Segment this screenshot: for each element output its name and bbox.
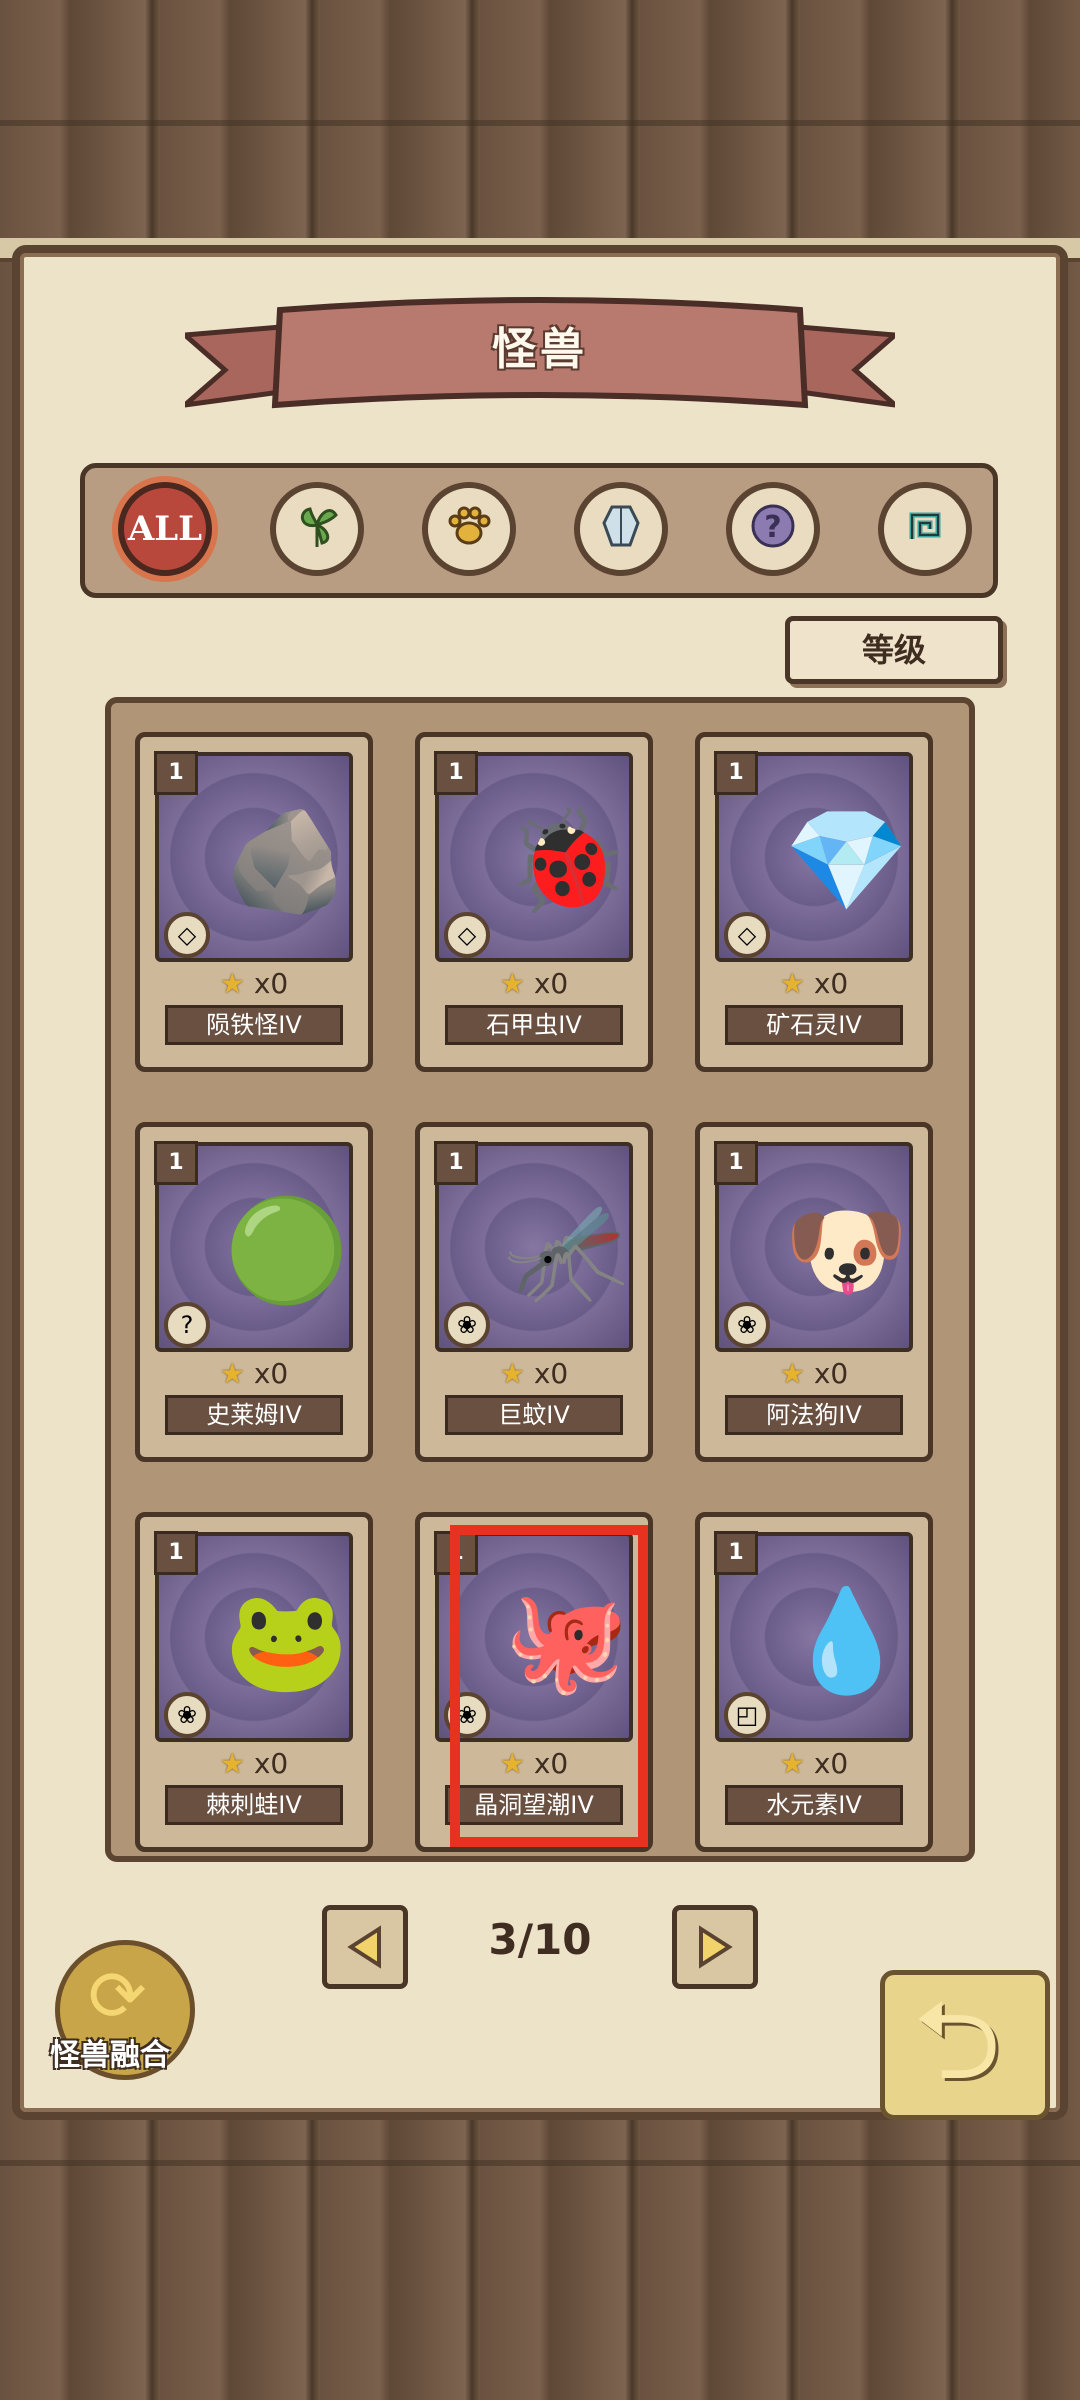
dog-monster-icon: 🐶: [784, 1192, 909, 1309]
monster-count: x0: [253, 1747, 289, 1780]
mosquito-monster-icon: 🦟: [504, 1192, 629, 1309]
level-badge: 1: [154, 1531, 198, 1575]
star-icon: ★: [499, 1357, 525, 1390]
monster-count: x0: [813, 1357, 849, 1390]
monster-card[interactable]: 🪨 1 ◇ ★ x0 陨铁怪IV: [135, 732, 373, 1072]
star-icon: ★: [779, 1747, 805, 1780]
monster-count: x0: [533, 1357, 569, 1390]
sort-level-button[interactable]: 等级: [785, 616, 1003, 684]
prev-page-button[interactable]: [322, 1905, 408, 1989]
level-badge: 1: [434, 751, 478, 795]
left-arrow-icon: [347, 1925, 381, 1969]
star-icon: ★: [219, 1747, 245, 1780]
svg-text:?: ?: [764, 510, 781, 545]
crystal-icon: ◇: [724, 912, 770, 958]
fusion-icon: ⟳: [88, 1955, 147, 2037]
selection-highlight: [450, 1525, 648, 1847]
monster-name: 棘刺蛙IV: [165, 1785, 343, 1825]
level-badge: 1: [714, 751, 758, 795]
paw-icon: [442, 499, 496, 560]
monster-card[interactable]: 💧 1 ◰ ★ x0 水元素IV: [695, 1512, 933, 1852]
wood-plank-line: [0, 120, 1080, 126]
level-badge: 1: [434, 1141, 478, 1185]
monster-card[interactable]: 🐶 1 ❀ ★ x0 阿法狗IV: [695, 1122, 933, 1462]
paw-icon: ❀: [724, 1302, 770, 1348]
monster-name: 石甲虫IV: [445, 1005, 623, 1045]
crystal-icon: ◇: [164, 912, 210, 958]
monster-card[interactable]: 🐸 1 ❀ ★ x0 棘刺蛙IV: [135, 1512, 373, 1852]
return-arrow-icon: ⮌: [913, 1976, 1002, 2104]
star-icon: ★: [219, 1357, 245, 1390]
all-icon: ALL: [127, 509, 203, 549]
level-badge: 1: [714, 1141, 758, 1185]
paw-icon: ❀: [164, 1692, 210, 1738]
right-arrow-icon: [699, 1925, 733, 1969]
filter-unknown-button[interactable]: ?: [726, 482, 820, 576]
monster-count: x0: [253, 967, 289, 1000]
filter-bar: [80, 463, 998, 598]
monster-count: x0: [253, 1357, 289, 1390]
crystal-icon: [594, 499, 648, 560]
leaf-icon: [290, 499, 344, 560]
fusion-label: 怪兽融合: [50, 2038, 170, 2073]
star-icon: ★: [499, 967, 525, 1000]
level-badge: 1: [714, 1531, 758, 1575]
monster-name: 矿石灵IV: [725, 1005, 903, 1045]
monster-card[interactable]: 🟢 1 ? ★ x0 史莱姆IV: [135, 1122, 373, 1462]
monster-name: 巨蚊IV: [445, 1395, 623, 1435]
paw-icon: ❀: [444, 1302, 490, 1348]
level-badge: 1: [154, 751, 198, 795]
next-page-button[interactable]: [672, 1905, 758, 1989]
monster-count: x0: [813, 1747, 849, 1780]
spiral-icon: ◰: [724, 1692, 770, 1738]
monster-name: 水元素IV: [725, 1785, 903, 1825]
toad-monster-icon: 🐸: [224, 1582, 349, 1699]
level-badge: 1: [154, 1141, 198, 1185]
back-button[interactable]: ⮌: [880, 1970, 1050, 2120]
beetle-monster-icon: 🐞: [504, 802, 629, 919]
crystal-icon: ◇: [444, 912, 490, 958]
filter-mineral-button[interactable]: [574, 482, 668, 576]
monster-name: 陨铁怪IV: [165, 1005, 343, 1045]
monster-count: x0: [813, 967, 849, 1000]
water-elemental-icon: 💧: [784, 1582, 909, 1699]
monster-card[interactable]: 🐞 1 ◇ ★ x0 石甲虫IV: [415, 732, 653, 1072]
wood-plank-line: [0, 2160, 1080, 2166]
monster-name: 史莱姆IV: [165, 1395, 343, 1435]
page-indicator: 3/10: [488, 1915, 592, 1964]
filter-beast-button[interactable]: [422, 482, 516, 576]
ore-spirit-icon: 💎: [784, 802, 909, 919]
filter-element-button[interactable]: [878, 482, 972, 576]
monster-card[interactable]: 💎 1 ◇ ★ x0 矿石灵IV: [695, 732, 933, 1072]
filter-all-button[interactable]: ALL: [118, 482, 212, 576]
spiral-icon: [898, 499, 952, 560]
star-icon: ★: [779, 1357, 805, 1390]
star-icon: ★: [219, 967, 245, 1000]
star-icon: ★: [779, 967, 805, 1000]
monster-count: x0: [533, 967, 569, 1000]
question-icon: ?: [746, 499, 800, 560]
question-icon: ?: [164, 1302, 210, 1348]
monster-card[interactable]: 🦟 1 ❀ ★ x0 巨蚊IV: [415, 1122, 653, 1462]
rock-monster-icon: 🪨: [224, 802, 349, 919]
page-title: 怪兽: [492, 324, 588, 375]
filter-plant-button[interactable]: [270, 482, 364, 576]
slime-monster-icon: 🟢: [224, 1192, 349, 1309]
monster-name: 阿法狗IV: [725, 1395, 903, 1435]
